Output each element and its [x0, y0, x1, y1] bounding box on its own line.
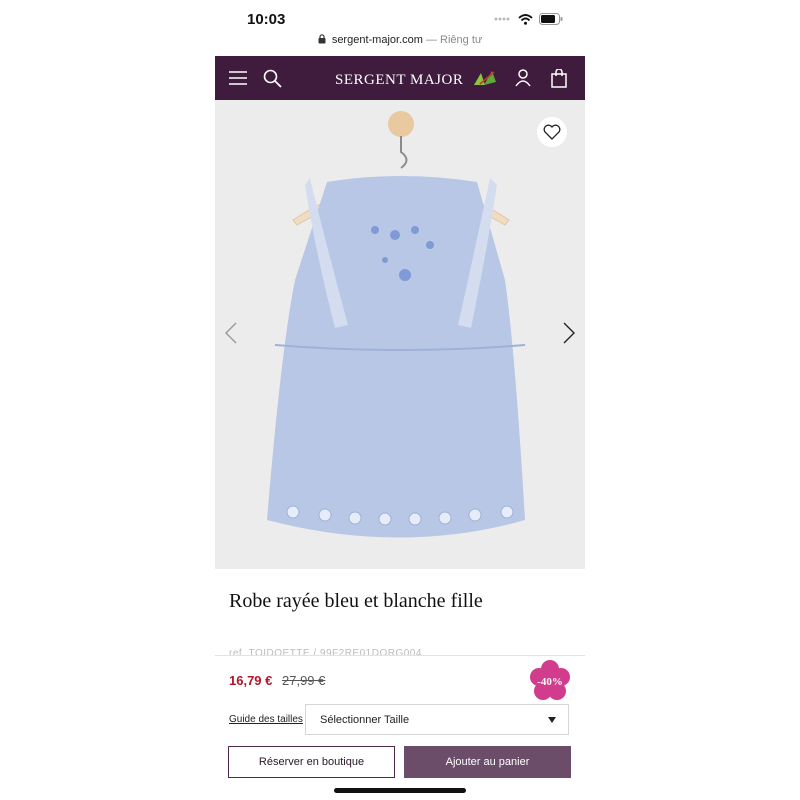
product-title: Robe rayée bleu et blanche fille [229, 590, 483, 612]
discount-label: -40% [537, 676, 563, 688]
size-select[interactable]: Sélectionner Taille [305, 704, 569, 735]
size-guide-link[interactable]: Guide des tailles [229, 714, 303, 725]
heart-icon [543, 124, 561, 140]
site-header: SERGENT MAJOR [215, 56, 585, 100]
reserve-in-store-button[interactable]: Réserver en boutique [228, 746, 395, 778]
wifi-icon [518, 13, 533, 25]
chevron-left-icon [225, 322, 237, 344]
shopping-bag-icon [551, 68, 567, 88]
privacy-label: — Riêng tư [425, 34, 483, 46]
search-button[interactable] [263, 56, 282, 100]
carousel-next-button[interactable] [563, 322, 575, 349]
size-select-value: Sélectionner Taille [320, 714, 410, 726]
product-photo [267, 111, 526, 538]
reserve-label: Réserver en boutique [258, 756, 365, 768]
brand-name: SERGENT MAJOR [335, 72, 464, 88]
battery-icon [539, 13, 563, 25]
search-icon [263, 69, 282, 88]
original-price: 27,99 € [282, 673, 326, 688]
user-icon [515, 69, 531, 87]
account-button[interactable] [515, 56, 531, 100]
hamburger-icon [229, 71, 247, 85]
menu-button[interactable] [229, 56, 247, 100]
sale-price: 16,79 € [229, 673, 273, 688]
url-domain: sergent-major.com [331, 34, 423, 46]
favorite-button[interactable] [537, 117, 567, 147]
add-to-cart-button[interactable]: Ajouter au panier [404, 746, 571, 778]
brand-logo[interactable]: SERGENT MAJOR [335, 69, 498, 89]
brand-leaf-icon [473, 71, 496, 85]
phone-screen: 10:03 sergent-major.com — Riêng tư SERGE… [215, 0, 585, 800]
url-bar[interactable]: sergent-major.com — Riêng tư [215, 34, 585, 54]
status-icons [494, 13, 563, 25]
chevron-right-icon [563, 322, 575, 344]
discount-flower-badge: -40% [530, 660, 570, 700]
product-image-carousel[interactable] [215, 100, 585, 569]
caret-down-icon [548, 717, 556, 723]
signal-icon [494, 17, 510, 21]
cart-button[interactable] [551, 56, 567, 100]
purchase-panel: 16,79 € 27,99 € -40% Guide des tailles S… [215, 655, 585, 800]
product-reference: ref. TOIDOETTE / 99F2RE01DORG004 [229, 648, 422, 655]
home-indicator[interactable] [334, 788, 466, 793]
add-to-cart-label: Ajouter au panier [445, 756, 530, 768]
status-time: 10:03 [247, 11, 286, 28]
lock-icon [318, 34, 326, 44]
status-bar: 10:03 [215, 0, 585, 34]
carousel-prev-button[interactable] [225, 322, 237, 349]
